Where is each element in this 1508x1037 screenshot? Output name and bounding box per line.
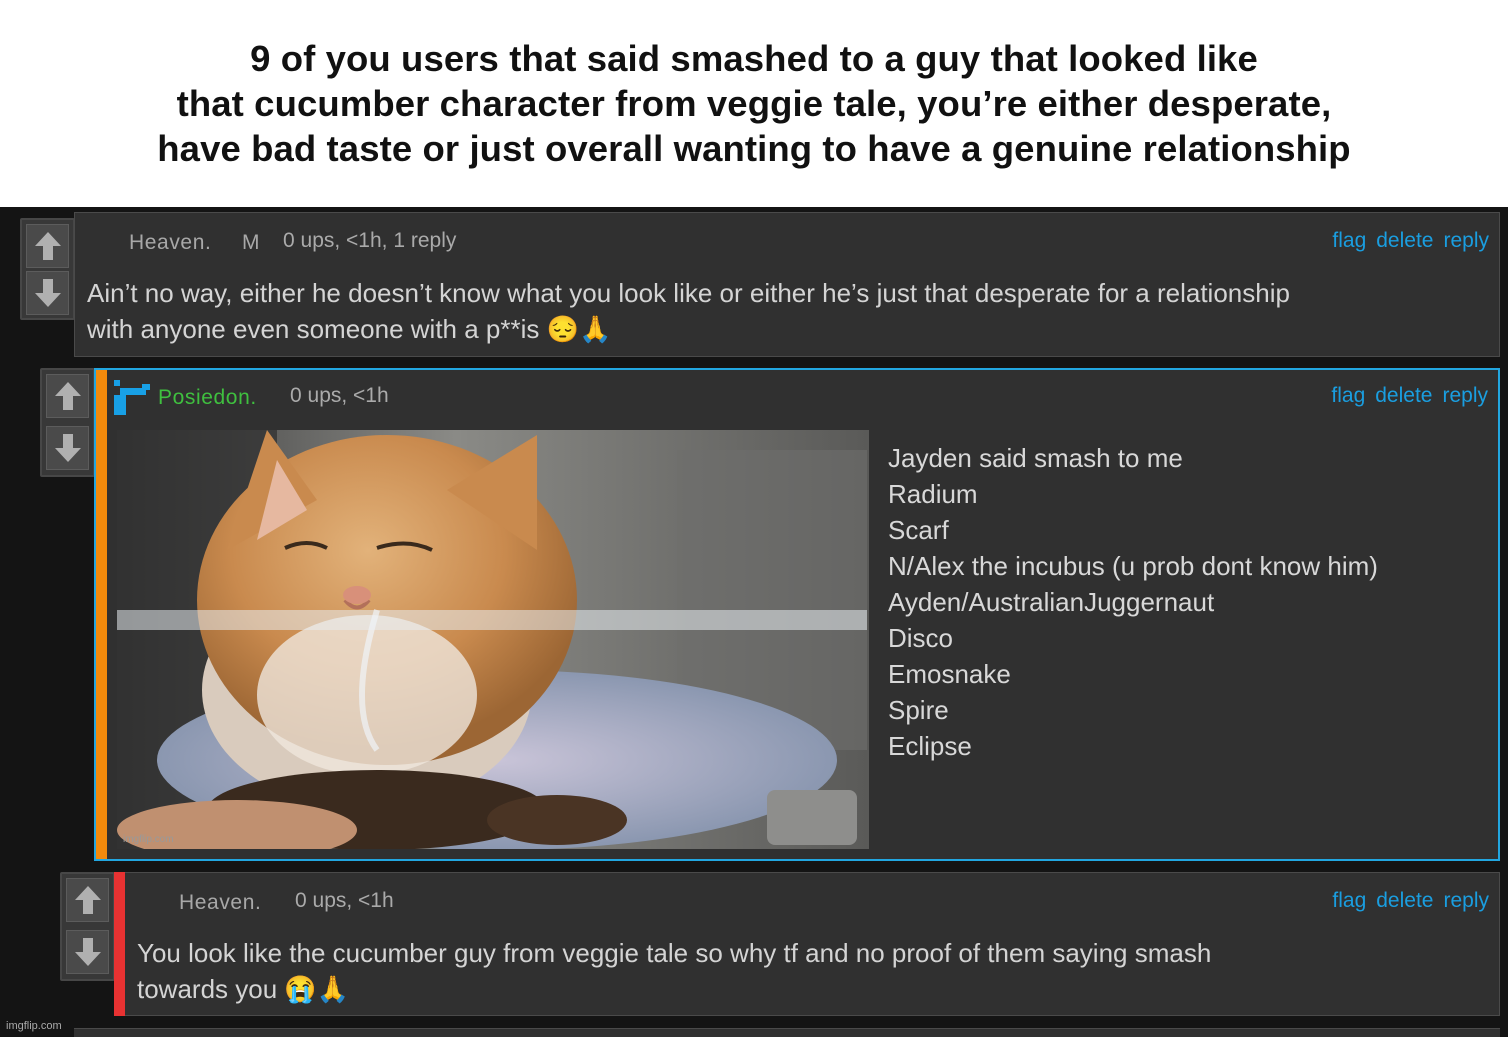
comment-username[interactable]: Heaven.	[129, 231, 211, 255]
arrow-up-icon	[34, 232, 61, 260]
reply-link[interactable]: reply	[1443, 229, 1489, 253]
delete-link[interactable]: delete	[1376, 889, 1433, 913]
upvote-button[interactable]	[46, 374, 89, 418]
comment: Heaven. 0 ups, <1h flag delete reply You…	[114, 872, 1500, 1016]
arrow-down-icon	[74, 938, 101, 966]
comment-meta: 0 ups, <1h	[290, 384, 389, 407]
list-item: Ayden/AustralianJuggernaut	[888, 587, 1215, 617]
meme-caption: 9 of you users that said smashed to a gu…	[0, 0, 1508, 207]
user-badge: M	[242, 231, 260, 254]
comment: Heaven. M 0 ups, <1h, 1 reply flag delet…	[74, 212, 1500, 357]
arrow-up-icon	[74, 886, 101, 914]
footer-watermark: imgflip.com	[6, 1020, 62, 1032]
user-avatar-icon	[114, 380, 150, 415]
list-item: Emosnake	[888, 659, 1011, 689]
delete-link[interactable]: delete	[1376, 229, 1433, 253]
list-item: Disco	[888, 623, 954, 653]
reply-indent-bar	[114, 872, 125, 1016]
vote-box	[20, 218, 75, 320]
attached-image[interactable]: imgflip.com	[117, 430, 869, 849]
comment-text: You look like the cucumber guy from vegg…	[137, 938, 1212, 1004]
upvote-button[interactable]	[66, 878, 109, 922]
downvote-button[interactable]	[66, 930, 109, 974]
list-item: N/Alex the incubus (u prob dont know him…	[888, 551, 1378, 581]
comment-meta: 0 ups, <1h, 1 reply	[283, 229, 457, 252]
comment-actions: flag delete reply	[1331, 384, 1488, 408]
comment-actions: flag delete reply	[1332, 889, 1489, 913]
list-item: Jayden said smash to me	[888, 443, 1183, 473]
delete-link[interactable]: delete	[1375, 384, 1432, 408]
caption-text: 9 of you users that said smashed to a gu…	[157, 38, 1351, 169]
comment-username[interactable]: Posiedon.	[158, 386, 257, 410]
flag-link[interactable]: flag	[1331, 384, 1365, 408]
upvote-button[interactable]	[26, 224, 69, 268]
vote-box	[60, 872, 115, 981]
flag-link[interactable]: flag	[1332, 229, 1366, 253]
arrow-down-icon	[34, 279, 61, 307]
comment-actions: flag delete reply	[1332, 229, 1489, 253]
comment-text: Ain’t no way, either he doesn’t know wha…	[87, 278, 1290, 344]
comment-meta: 0 ups, <1h	[295, 889, 394, 912]
image-watermark: imgflip.com	[123, 834, 174, 845]
comment-list: Jayden said smash to me Radium Scarf N/A…	[888, 440, 1378, 764]
downvote-button[interactable]	[46, 426, 89, 470]
arrow-down-icon	[54, 434, 81, 462]
downvote-button[interactable]	[26, 271, 69, 315]
vote-box	[40, 368, 95, 477]
list-item: Radium	[888, 479, 978, 509]
reply-indent-bar	[96, 370, 107, 859]
arrow-up-icon	[54, 382, 81, 410]
comment-username[interactable]: Heaven.	[179, 891, 261, 915]
list-item: Scarf	[888, 515, 949, 545]
list-item: Spire	[888, 695, 949, 725]
flag-link[interactable]: flag	[1332, 889, 1366, 913]
reply-link[interactable]: reply	[1442, 384, 1488, 408]
cat-photo	[117, 430, 869, 849]
list-item: Eclipse	[888, 731, 972, 761]
reply-link[interactable]: reply	[1443, 889, 1489, 913]
